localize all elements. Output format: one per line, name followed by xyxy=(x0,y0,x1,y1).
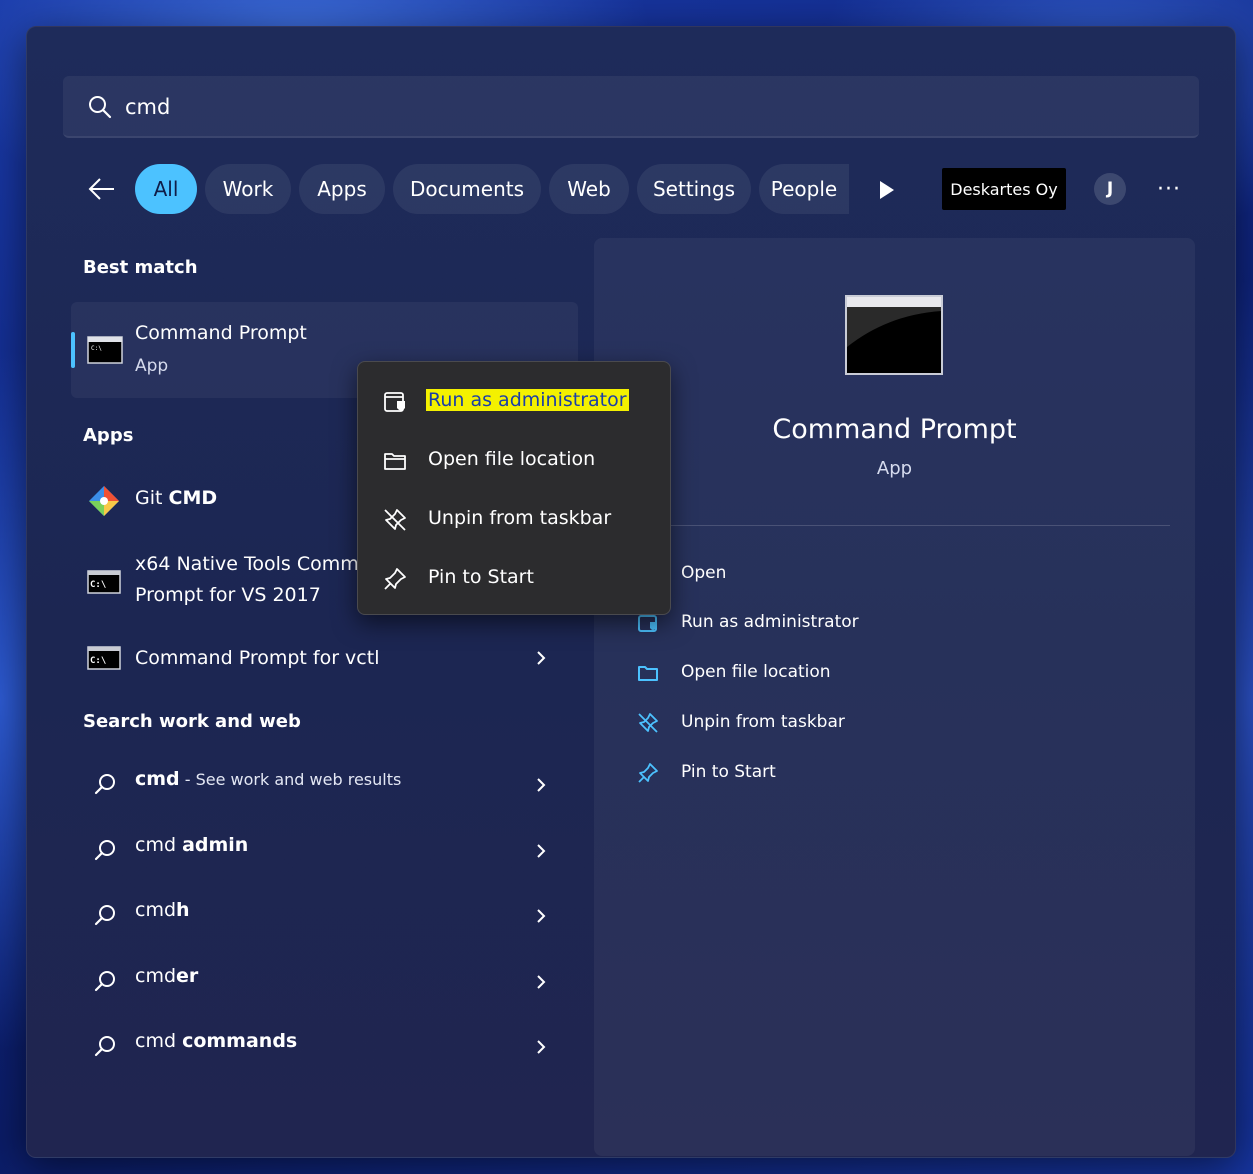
web-result-row[interactable]: cmder xyxy=(71,953,578,1013)
preview-action-label: Open file location xyxy=(681,662,831,682)
svg-text:C:\: C:\ xyxy=(91,345,102,352)
chevron-right-icon[interactable] xyxy=(533,1039,549,1055)
preview-action-label: Open xyxy=(681,563,727,583)
context-menu-label: Pin to Start xyxy=(428,566,534,588)
app-result-command-prompt-vctl[interactable]: C:\ Command Prompt for vctl xyxy=(71,628,578,688)
web-result-row[interactable]: cmd - See work and web results xyxy=(71,756,578,816)
filter-chip-work[interactable]: Work xyxy=(205,164,291,214)
filter-chip-web[interactable]: Web xyxy=(549,164,629,214)
organization-badge[interactable]: Deskartes Oy xyxy=(942,168,1066,210)
context-menu-label: Unpin from taskbar xyxy=(428,507,612,529)
svg-text:C:\: C:\ xyxy=(90,656,106,666)
best-match-title: Command Prompt xyxy=(135,322,307,344)
best-match-subtitle: App xyxy=(135,356,169,376)
preview-title: Command Prompt xyxy=(772,414,1017,445)
selection-indicator xyxy=(71,332,75,368)
preview-action-run-as-admin[interactable]: Run as administrator xyxy=(630,605,1130,641)
command-prompt-icon: C:\ xyxy=(87,336,123,364)
preview-action-open[interactable]: Open xyxy=(630,556,1130,592)
more-options-button[interactable]: ··· xyxy=(1152,172,1186,206)
best-match-heading: Best match xyxy=(83,257,198,278)
preview-action-label: Run as administrator xyxy=(681,612,859,632)
command-prompt-large-icon xyxy=(845,295,943,375)
filter-chip-documents[interactable]: Documents xyxy=(393,164,541,214)
unpin-icon xyxy=(638,713,658,733)
scroll-right-play-icon[interactable] xyxy=(872,176,900,204)
chevron-right-icon[interactable] xyxy=(533,777,549,793)
web-result-label: cmd admin xyxy=(135,834,249,856)
command-prompt-icon: C:\ xyxy=(87,646,121,670)
preview-action-unpin-taskbar[interactable]: Unpin from taskbar xyxy=(630,705,1130,741)
web-result-row[interactable]: cmd admin xyxy=(71,822,578,882)
preview-action-open-file-location[interactable]: Open file location xyxy=(630,655,1130,691)
web-result-row[interactable]: cmd commands xyxy=(71,1018,578,1078)
web-result-label: cmder xyxy=(135,965,199,987)
pin-icon xyxy=(638,763,658,783)
web-result-label: cmd - See work and web results xyxy=(135,768,402,790)
app-result-label: Git CMD xyxy=(135,487,218,509)
web-result-row[interactable]: cmdh xyxy=(71,887,578,947)
shield-window-icon xyxy=(384,392,405,412)
search-web-heading: Search work and web xyxy=(83,711,301,732)
context-menu: Run as administrator Open file location … xyxy=(357,361,671,615)
avatar[interactable]: J xyxy=(1094,173,1126,205)
web-result-label: cmdh xyxy=(135,899,190,921)
preview-action-pin-to-start[interactable]: Pin to Start xyxy=(630,755,1130,791)
preview-pane xyxy=(594,238,1195,1156)
apps-heading: Apps xyxy=(83,425,134,446)
search-icon xyxy=(94,774,115,795)
search-icon xyxy=(94,905,115,926)
folder-icon xyxy=(638,666,658,681)
context-menu-unpin-taskbar[interactable]: Unpin from taskbar xyxy=(366,494,664,546)
context-menu-open-file-location[interactable]: Open file location xyxy=(366,435,664,487)
preview-action-label: Unpin from taskbar xyxy=(681,712,845,732)
context-menu-run-as-admin[interactable]: Run as administrator xyxy=(366,376,664,428)
context-menu-pin-to-start[interactable]: Pin to Start xyxy=(366,553,664,605)
preview-action-label: Pin to Start xyxy=(681,762,776,782)
filter-chip-all[interactable]: All xyxy=(135,164,197,214)
search-icon xyxy=(94,840,115,861)
filter-row: All Work Apps Documents Web Settings Peo… xyxy=(0,164,1253,216)
unpin-icon xyxy=(384,509,406,531)
svg-text:C:\: C:\ xyxy=(90,580,106,590)
filter-chip-people[interactable]: People xyxy=(759,164,849,214)
chevron-right-icon[interactable] xyxy=(533,974,549,990)
pin-icon xyxy=(384,568,406,590)
arrow-left-icon xyxy=(88,178,114,200)
filter-chip-apps[interactable]: Apps xyxy=(299,164,385,214)
search-input[interactable] xyxy=(125,90,1025,124)
command-prompt-icon: C:\ xyxy=(87,570,121,594)
search-box[interactable] xyxy=(63,76,1199,138)
chevron-right-icon[interactable] xyxy=(533,650,549,666)
app-result-label: Command Prompt for vctl xyxy=(135,647,380,669)
app-result-label-line1: x64 Native Tools Comm xyxy=(135,553,359,575)
app-result-label-line2: Prompt for VS 2017 xyxy=(135,584,321,606)
search-icon xyxy=(89,96,112,119)
chevron-right-icon[interactable] xyxy=(533,908,549,924)
git-icon xyxy=(89,486,119,516)
preview-divider xyxy=(620,525,1170,526)
back-button[interactable] xyxy=(86,172,118,206)
search-icon xyxy=(94,971,115,992)
context-menu-label: Run as administrator xyxy=(426,389,629,411)
preview-subtitle: App xyxy=(876,458,913,479)
folder-icon xyxy=(384,453,406,470)
filter-chip-settings[interactable]: Settings xyxy=(637,164,751,214)
web-result-label: cmd commands xyxy=(135,1030,298,1052)
context-menu-label: Open file location xyxy=(428,448,596,470)
search-icon xyxy=(94,1036,115,1057)
chevron-right-icon[interactable] xyxy=(533,843,549,859)
